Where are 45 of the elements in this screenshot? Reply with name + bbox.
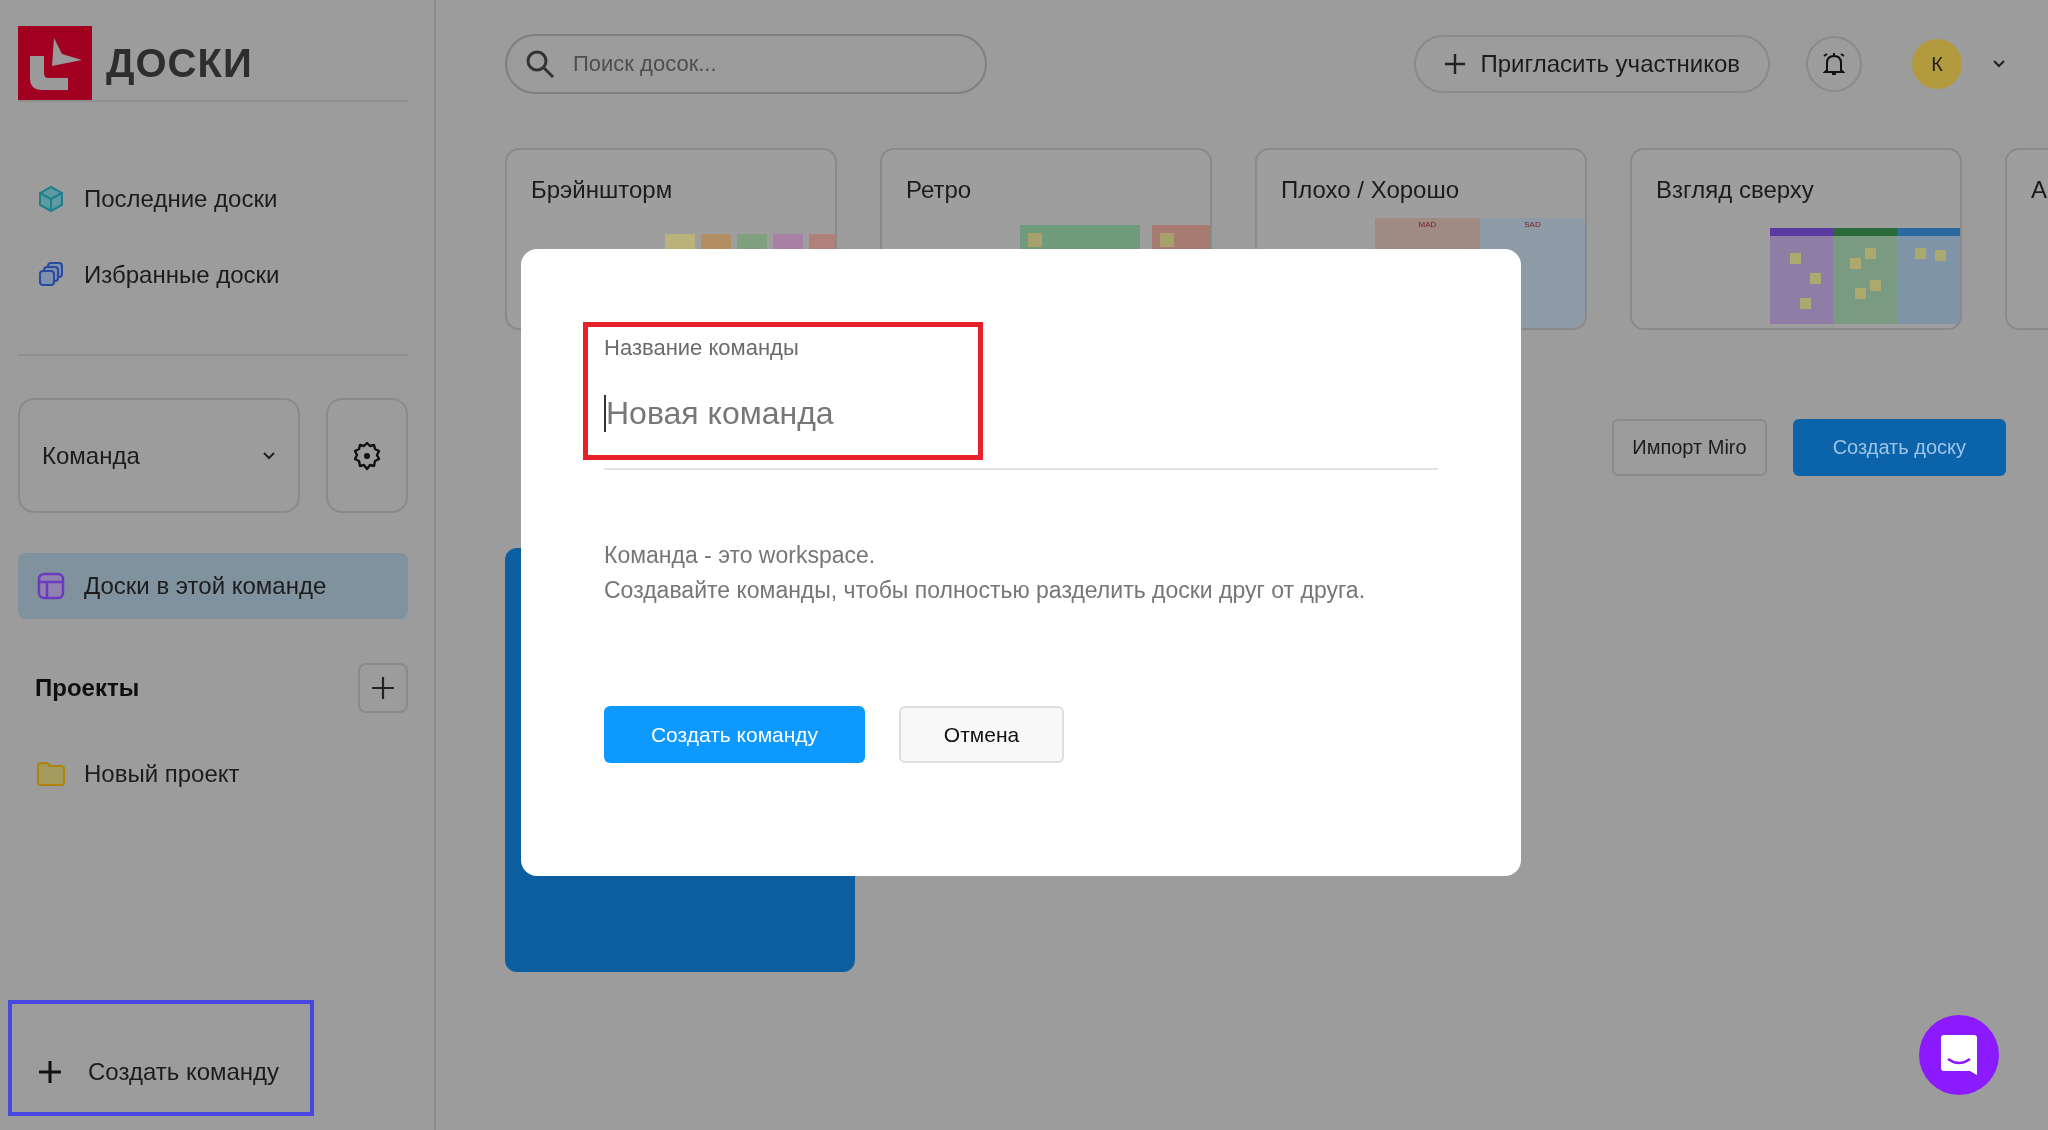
create-board-button[interactable]: Создать доску: [1792, 419, 2006, 476]
notifications-button[interactable]: [1806, 36, 1862, 92]
field-label: Название команды: [604, 335, 800, 361]
folder-icon: [36, 761, 66, 787]
plus-icon: [38, 1060, 62, 1084]
create-team-button[interactable]: Создать команду: [12, 1058, 280, 1112]
projects-heading: Проекты: [35, 674, 140, 702]
item-label: Доски в этой команде: [84, 572, 327, 600]
cancel-button[interactable]: Отмена: [899, 706, 1064, 763]
chevron-down-icon[interactable]: [1992, 59, 2006, 69]
item-label: Последние доски: [84, 185, 278, 213]
cube-icon: [36, 184, 66, 214]
template-title: Взгляд сверху: [1656, 176, 1814, 204]
sidebar-item[interactable]: Доски в этой команде: [18, 553, 408, 619]
user-avatar[interactable]: К: [1912, 39, 1962, 89]
add-project-button[interactable]: [358, 663, 408, 713]
sidebar-item[interactable]: Избранные доски: [18, 248, 408, 302]
description-text: Команда - это workspace.: [604, 541, 877, 570]
plus-icon: [370, 675, 396, 701]
sidebar-item[interactable]: Последние доски: [18, 172, 408, 226]
template-title: Брэйншторм: [531, 176, 673, 204]
description-text: Создавайте команды, чтобы полностью разделить доски друг от друга.: [604, 576, 1367, 605]
project-item[interactable]: Новый проект: [18, 747, 408, 801]
search-field[interactable]: Поиск досок...: [505, 34, 987, 94]
template-title: А: [2031, 176, 2047, 204]
chevron-down-icon: [262, 450, 276, 461]
template-title: Ретро: [906, 176, 972, 204]
chat-bubble-icon: [1941, 1035, 1977, 1075]
layout-icon: [36, 571, 66, 601]
team-dropdown[interactable]: Команда: [18, 398, 300, 513]
template-card[interactable]: А: [2005, 148, 2048, 330]
logo-text: ДОСКИ: [106, 40, 253, 86]
template-title: Плохо / Хорошо: [1281, 176, 1460, 204]
search-icon: [525, 49, 555, 79]
settings-icon: [351, 439, 383, 472]
item-label: Новый проект: [84, 760, 240, 788]
template-card[interactable]: Взгляд сверху: [1630, 148, 1962, 330]
column-label: MAD: [1418, 220, 1437, 231]
bell-icon: [1820, 50, 1848, 78]
plus-icon: [1444, 53, 1467, 75]
import-button[interactable]: Импорт Miro: [1612, 419, 1767, 476]
item-label: Избранные доски: [84, 261, 280, 289]
settings-button[interactable]: [326, 398, 408, 513]
invite-button[interactable]: Пригласить участников: [1414, 35, 1770, 93]
column-label: SAD: [1524, 220, 1541, 231]
